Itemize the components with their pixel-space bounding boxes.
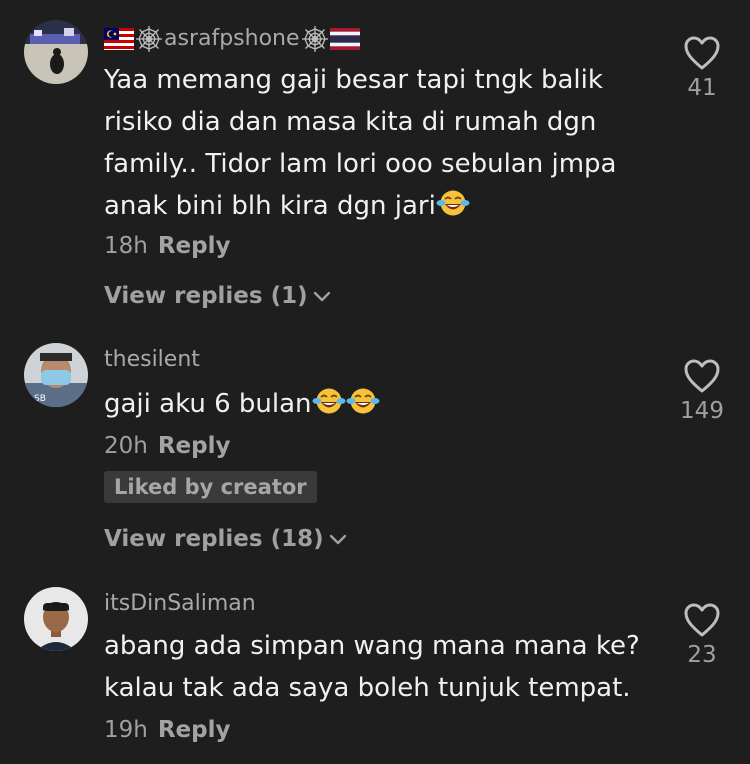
comment-line: abang ada simpan wang mana mana ke? — [104, 631, 640, 661]
reply-button[interactable]: Reply — [158, 717, 231, 743]
like-button[interactable]: 23 — [672, 602, 732, 670]
comment-line: kalau tak ada saya boleh tunjuk tempat. — [104, 673, 631, 703]
heart-outline-icon[interactable] — [683, 602, 721, 638]
username[interactable]: itsDinSaliman — [104, 590, 256, 618]
like-count: 23 — [687, 642, 717, 668]
comment-3: itsDinSaliman abang ada simpan wang mana… — [0, 0, 750, 764]
avatar-image — [24, 587, 88, 651]
comment-meta: 19h Reply — [104, 715, 231, 745]
timestamp: 19h — [104, 717, 148, 743]
comment-text: abang ada simpan wang mana mana ke? kala… — [104, 625, 664, 709]
avatar[interactable] — [24, 587, 88, 651]
